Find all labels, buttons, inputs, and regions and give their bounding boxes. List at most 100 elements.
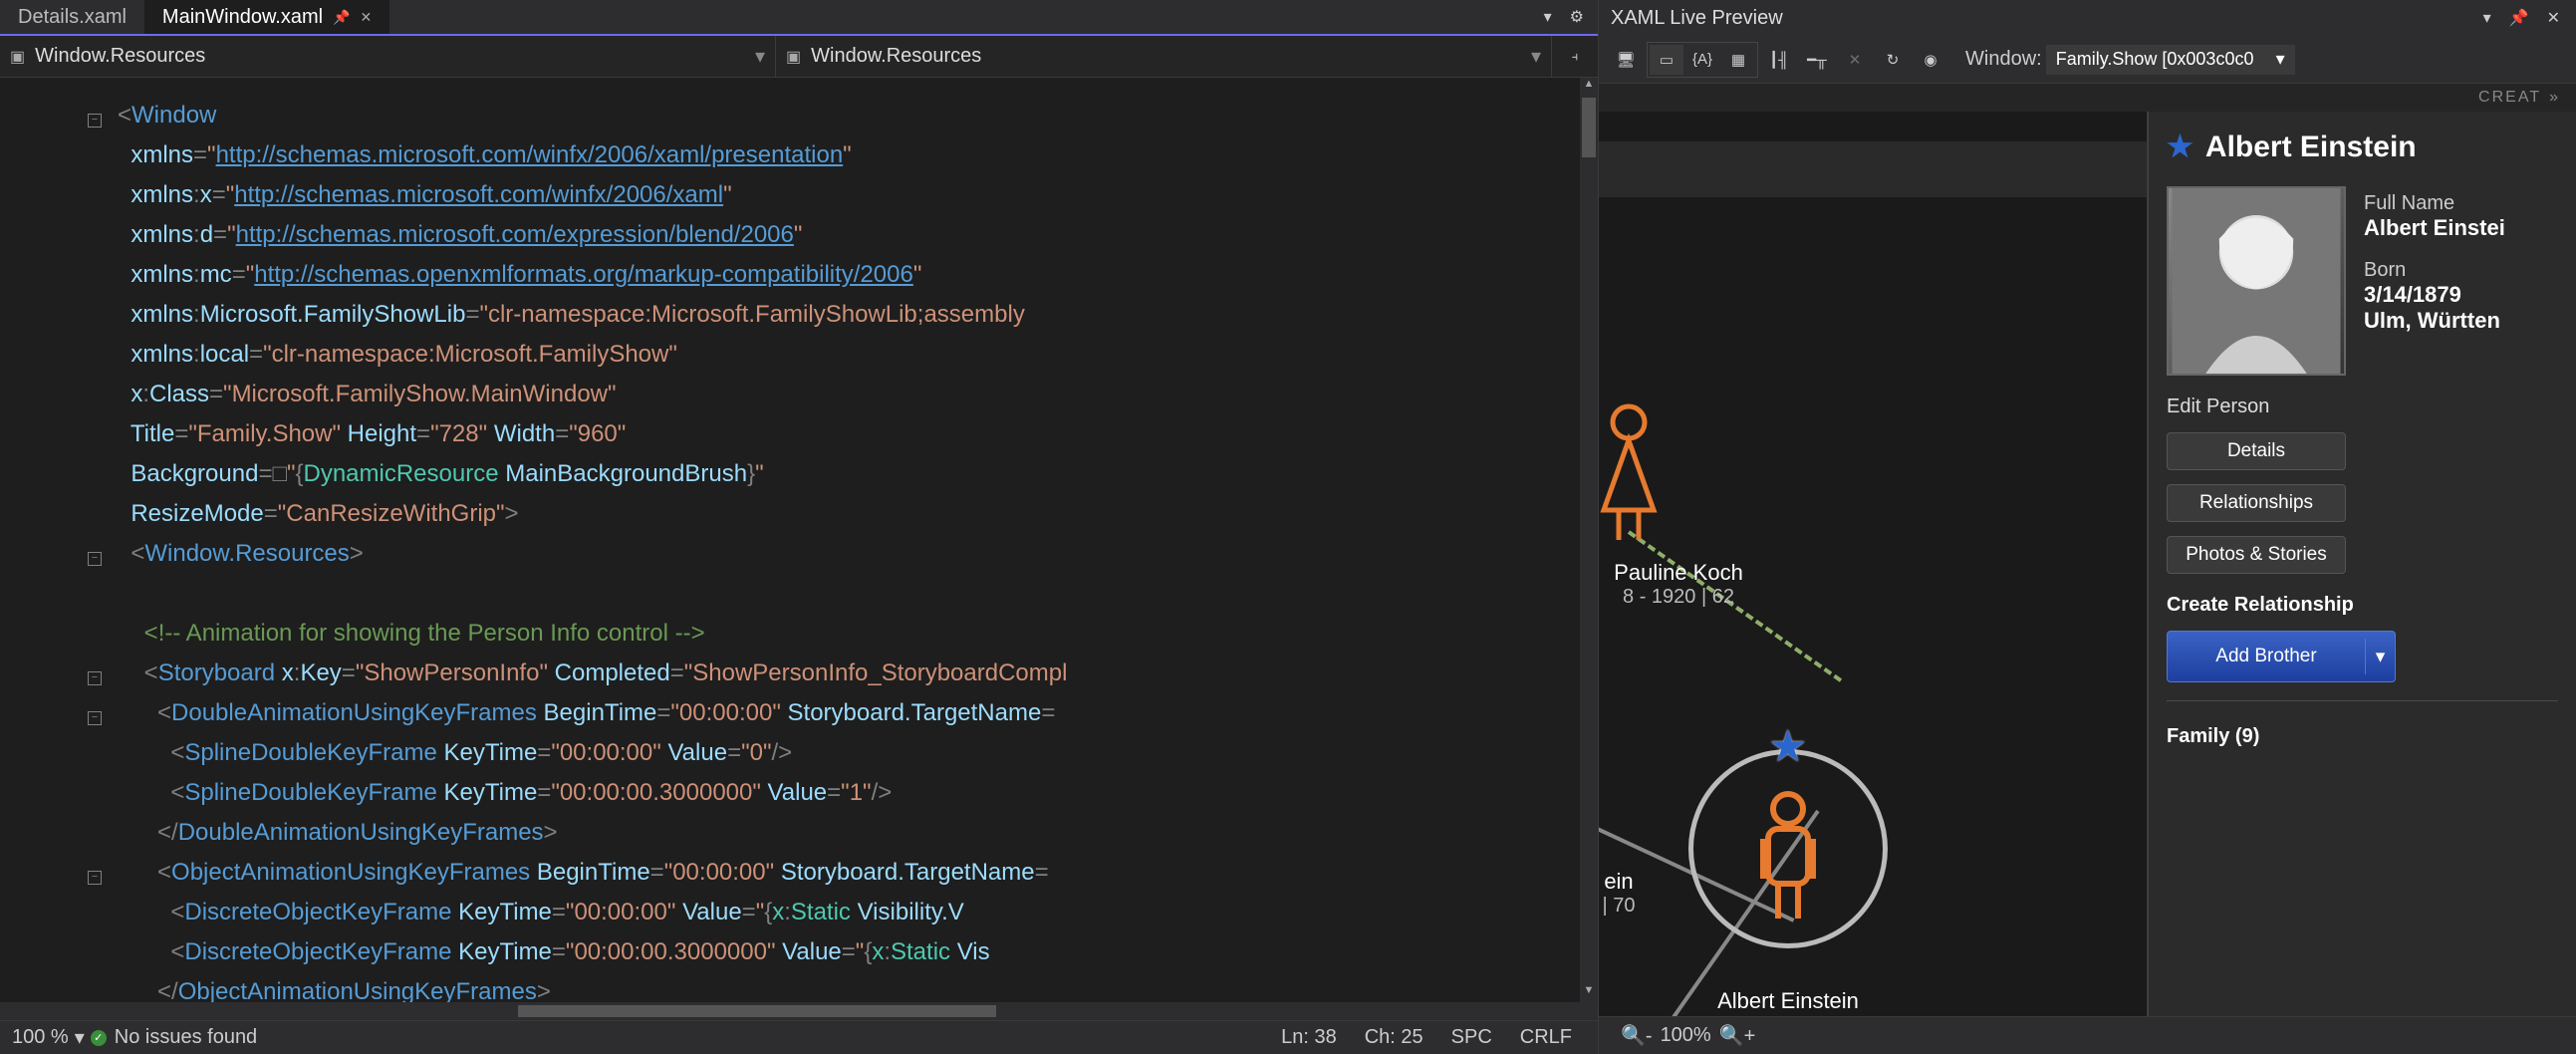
zoom-in-icon[interactable]: 🔍+ <box>1711 1023 1764 1048</box>
editor-statusbar: 100 % ▾ ✓ No issues found Ln: 38 Ch: 25 … <box>0 1020 1598 1054</box>
node-dates: 1879 - 1955 | 76 <box>1669 1014 1908 1016</box>
preview-statusbar: 🔍- 100% 🔍+ <box>1599 1016 2576 1054</box>
window-selector[interactable]: Family.Show [0x003c0c0 ▾ <box>2046 45 2295 75</box>
line-ending-indicator[interactable]: CRLF <box>1506 1026 1586 1049</box>
split-view-button[interactable]: ⫞ <box>1552 36 1598 77</box>
char-indicator[interactable]: Ch: 25 <box>1351 1026 1437 1049</box>
person-details-panel: ★ Albert Einstein Full Name Albert Einst… <box>2148 112 2576 1016</box>
line-indicator[interactable]: Ln: 38 <box>1267 1026 1351 1049</box>
horizontal-scrollbar[interactable] <box>0 1002 1598 1020</box>
ruler-vertical-icon[interactable]: ┃╢ <box>1762 45 1796 75</box>
preview-zoom[interactable]: 100% <box>1661 1024 1711 1047</box>
star-icon: ★ <box>1768 721 1807 772</box>
zoom-level[interactable]: 100 % <box>12 1026 69 1049</box>
node-partial[interactable]: ein | 70 <box>1599 869 1669 918</box>
refresh-icon[interactable]: ↻ <box>1876 45 1910 75</box>
tab-overflow-icon[interactable]: ▾ <box>1540 3 1556 31</box>
fullname-label: Full Name <box>2364 192 2505 215</box>
preview-extra-row: CREAT » <box>1599 84 2576 112</box>
vertical-scrollbar[interactable]: ▲ ▼ <box>1580 78 1598 1002</box>
person-glyph-female <box>1599 400 1669 550</box>
edit-person-label: Edit Person <box>2167 395 2558 418</box>
chevron-down-icon: ▾ <box>2276 49 2285 70</box>
person-photo[interactable] <box>2167 186 2346 376</box>
dropdown-icon[interactable]: ▾ <box>2479 4 2495 32</box>
indent-indicator[interactable]: SPC <box>1437 1026 1506 1049</box>
fold-gutter[interactable]: − − −− − <box>0 78 108 1002</box>
preview-titlebar: XAML Live Preview ▾ 📌 ✕ <box>1599 0 2576 36</box>
layout-icon[interactable]: ▦ <box>1721 45 1755 75</box>
ruler-horizontal-icon[interactable]: ━╥ <box>1800 45 1834 75</box>
tab-label: MainWindow.xaml <box>162 6 323 29</box>
scroll-thumb[interactable] <box>1582 98 1596 157</box>
relationships-button[interactable]: Relationships <box>2167 484 2346 522</box>
born-label: Born <box>2364 259 2505 282</box>
zoom-out-icon[interactable]: 🔍- <box>1613 1023 1661 1048</box>
window-value: Family.Show [0x003c0c0 <box>2056 49 2254 70</box>
node-albert[interactable]: Albert Einstein 1879 - 1955 | 76 <box>1669 988 1908 1016</box>
nav-scope-combo[interactable]: ▣ Window.Resources ▾ <box>0 36 776 77</box>
born-value: 3/14/1879 <box>2364 282 2505 308</box>
add-brother-button[interactable]: Add Brother ▾ <box>2167 631 2396 682</box>
braces-icon[interactable]: {A} <box>1685 45 1719 75</box>
nav-member-combo[interactable]: ▣ Window.Resources ▾ <box>776 36 1552 77</box>
screen-icon[interactable]: 🖥 <box>1609 45 1643 75</box>
code-editor-pane: Details.xaml MainWindow.xaml 📌 ✕ ▾ ⚙ ▣ W… <box>0 0 1599 1054</box>
person-fields: Full Name Albert Einstei Born 3/14/1879 … <box>2364 186 2505 376</box>
member-icon: ▣ <box>786 47 801 67</box>
nav-scope-label: Window.Resources <box>35 45 205 68</box>
add-brother-label: Add Brother <box>2168 639 2365 674</box>
node-dates: 8 - 1920 | 62 <box>1599 586 1778 609</box>
fullname-value: Albert Einstei <box>2364 215 2505 241</box>
person-heading: ★ Albert Einstein <box>2167 130 2558 164</box>
photos-stories-button[interactable]: Photos & Stories <box>2167 536 2346 574</box>
node-name: Albert Einstein <box>1669 988 1908 1014</box>
chevron-down-icon[interactable]: ▾ <box>2365 639 2395 674</box>
node-name: Pauline Koch <box>1599 560 1778 586</box>
node-pauline[interactable]: Pauline Koch 8 - 1920 | 62 <box>1599 560 1778 609</box>
pin-icon[interactable]: 📌 <box>333 9 350 26</box>
person-name: Albert Einstein <box>2205 131 2417 164</box>
create-relationship-label: Create Relationship <box>2167 594 2558 617</box>
person-glyph-male[interactable] <box>1743 789 1833 928</box>
pin-icon[interactable]: 📌 <box>2505 4 2533 32</box>
window-label: Window: <box>1965 48 2042 71</box>
star-icon: ★ <box>2167 130 2193 164</box>
scroll-down-icon[interactable]: ▼ <box>1580 984 1598 1002</box>
chevron-down-icon: ▾ <box>755 44 765 69</box>
close-icon[interactable]: ✕ <box>2543 4 2564 32</box>
code-text[interactable]: <Window xmlns="http://schemas.microsoft.… <box>108 78 1598 1002</box>
split-icon: ⫞ <box>1572 49 1579 65</box>
scope-icon: ▣ <box>10 47 25 67</box>
issues-label[interactable]: No issues found <box>115 1026 257 1049</box>
app-header-bar <box>1599 141 2147 197</box>
family-section-label[interactable]: Family (9) <box>2167 725 2558 748</box>
create-truncated: CREAT <box>2478 89 2541 107</box>
expand-icon[interactable]: » <box>2549 89 2560 107</box>
gear-icon[interactable]: ⚙ <box>1566 3 1588 31</box>
scroll-up-icon[interactable]: ▲ <box>1580 78 1598 96</box>
preview-toolbar: 🖥 ▭ {A} ▦ ┃╢ ━╥ ✕ ↻ ◉ Window: Family.Sho… <box>1599 36 2576 84</box>
tab-mainwindow-xaml[interactable]: MainWindow.xaml 📌 ✕ <box>144 0 389 34</box>
preview-canvas[interactable]: Pauline Koch 8 - 1920 | 62 ein | 70 ★ <box>1599 112 2148 1016</box>
node-dates: | 70 <box>1599 895 1669 918</box>
document-tabstrip: Details.xaml MainWindow.xaml 📌 ✕ ▾ ⚙ <box>0 0 1598 36</box>
born-place: Ulm, Württen <box>2364 308 2505 334</box>
chevron-down-icon: ▾ <box>1531 44 1541 69</box>
disabled-tool-icon: ✕ <box>1838 45 1872 75</box>
arrow-icon[interactable]: ▭ <box>1650 45 1683 75</box>
eye-icon[interactable]: ◉ <box>1914 45 1947 75</box>
divider <box>2167 700 2558 701</box>
nav-member-label: Window.Resources <box>811 45 981 68</box>
tab-details-xaml[interactable]: Details.xaml <box>0 0 144 34</box>
details-button[interactable]: Details <box>2167 432 2346 470</box>
selection-mode-group: ▭ {A} ▦ <box>1647 42 1758 78</box>
navigation-bar: ▣ Window.Resources ▾ ▣ Window.Resources … <box>0 36 1598 78</box>
close-icon[interactable]: ✕ <box>361 9 373 26</box>
code-area[interactable]: − − −− − <Window xmlns="http://schemas.m… <box>0 78 1598 1002</box>
node-name: ein <box>1599 869 1669 895</box>
xaml-live-preview-pane: XAML Live Preview ▾ 📌 ✕ 🖥 ▭ {A} ▦ ┃╢ ━╥ … <box>1599 0 2576 1054</box>
ok-icon: ✓ <box>91 1030 107 1046</box>
hscroll-thumb[interactable] <box>518 1005 996 1017</box>
preview-title: XAML Live Preview <box>1611 7 1783 30</box>
